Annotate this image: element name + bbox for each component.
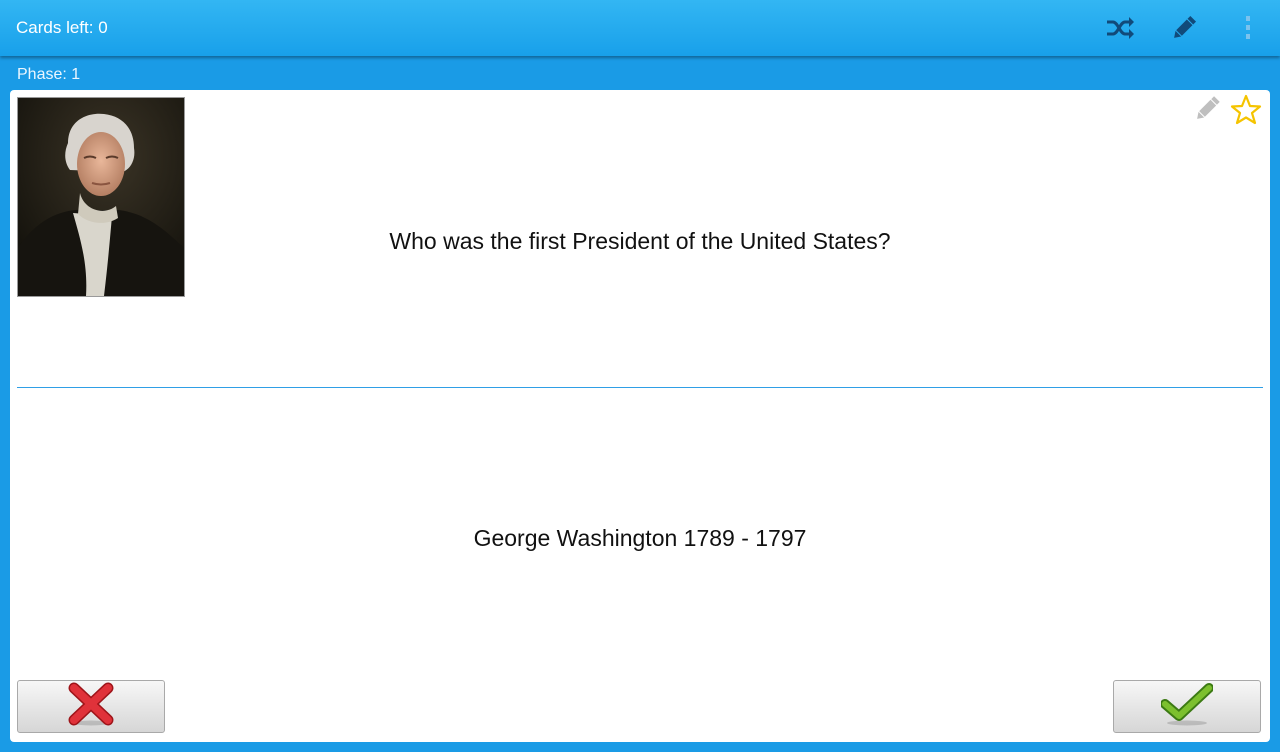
green-check-icon bbox=[1160, 682, 1214, 731]
flashcard: Who was the first President of the Unite… bbox=[10, 90, 1270, 742]
overflow-menu-button[interactable] bbox=[1228, 8, 1268, 48]
shuffle-icon bbox=[1105, 16, 1135, 40]
favorite-button[interactable] bbox=[1228, 94, 1264, 130]
edit-button[interactable] bbox=[1164, 8, 1204, 48]
pencil-icon bbox=[1170, 14, 1198, 42]
card-image bbox=[17, 97, 185, 297]
answer-text: George Washington 1789 - 1797 bbox=[473, 525, 807, 551]
wrong-answer-button[interactable] bbox=[17, 680, 165, 733]
question-text: Who was the first President of the Unite… bbox=[389, 228, 891, 254]
star-icon bbox=[1230, 94, 1262, 131]
action-bar: Cards left: 0 bbox=[0, 0, 1280, 56]
portrait-image bbox=[18, 98, 184, 296]
red-x-icon bbox=[68, 682, 114, 731]
phase-label: Phase: 1 bbox=[17, 66, 81, 83]
cards-left-title: Cards left: 0 bbox=[16, 18, 108, 37]
overflow-menu-icon bbox=[1244, 15, 1252, 41]
edit-card-icon bbox=[1192, 94, 1222, 129]
right-answer-button[interactable] bbox=[1113, 680, 1261, 733]
card-divider bbox=[17, 387, 1263, 388]
edit-card-button[interactable] bbox=[1190, 94, 1224, 128]
shuffle-button[interactable] bbox=[1100, 8, 1140, 48]
